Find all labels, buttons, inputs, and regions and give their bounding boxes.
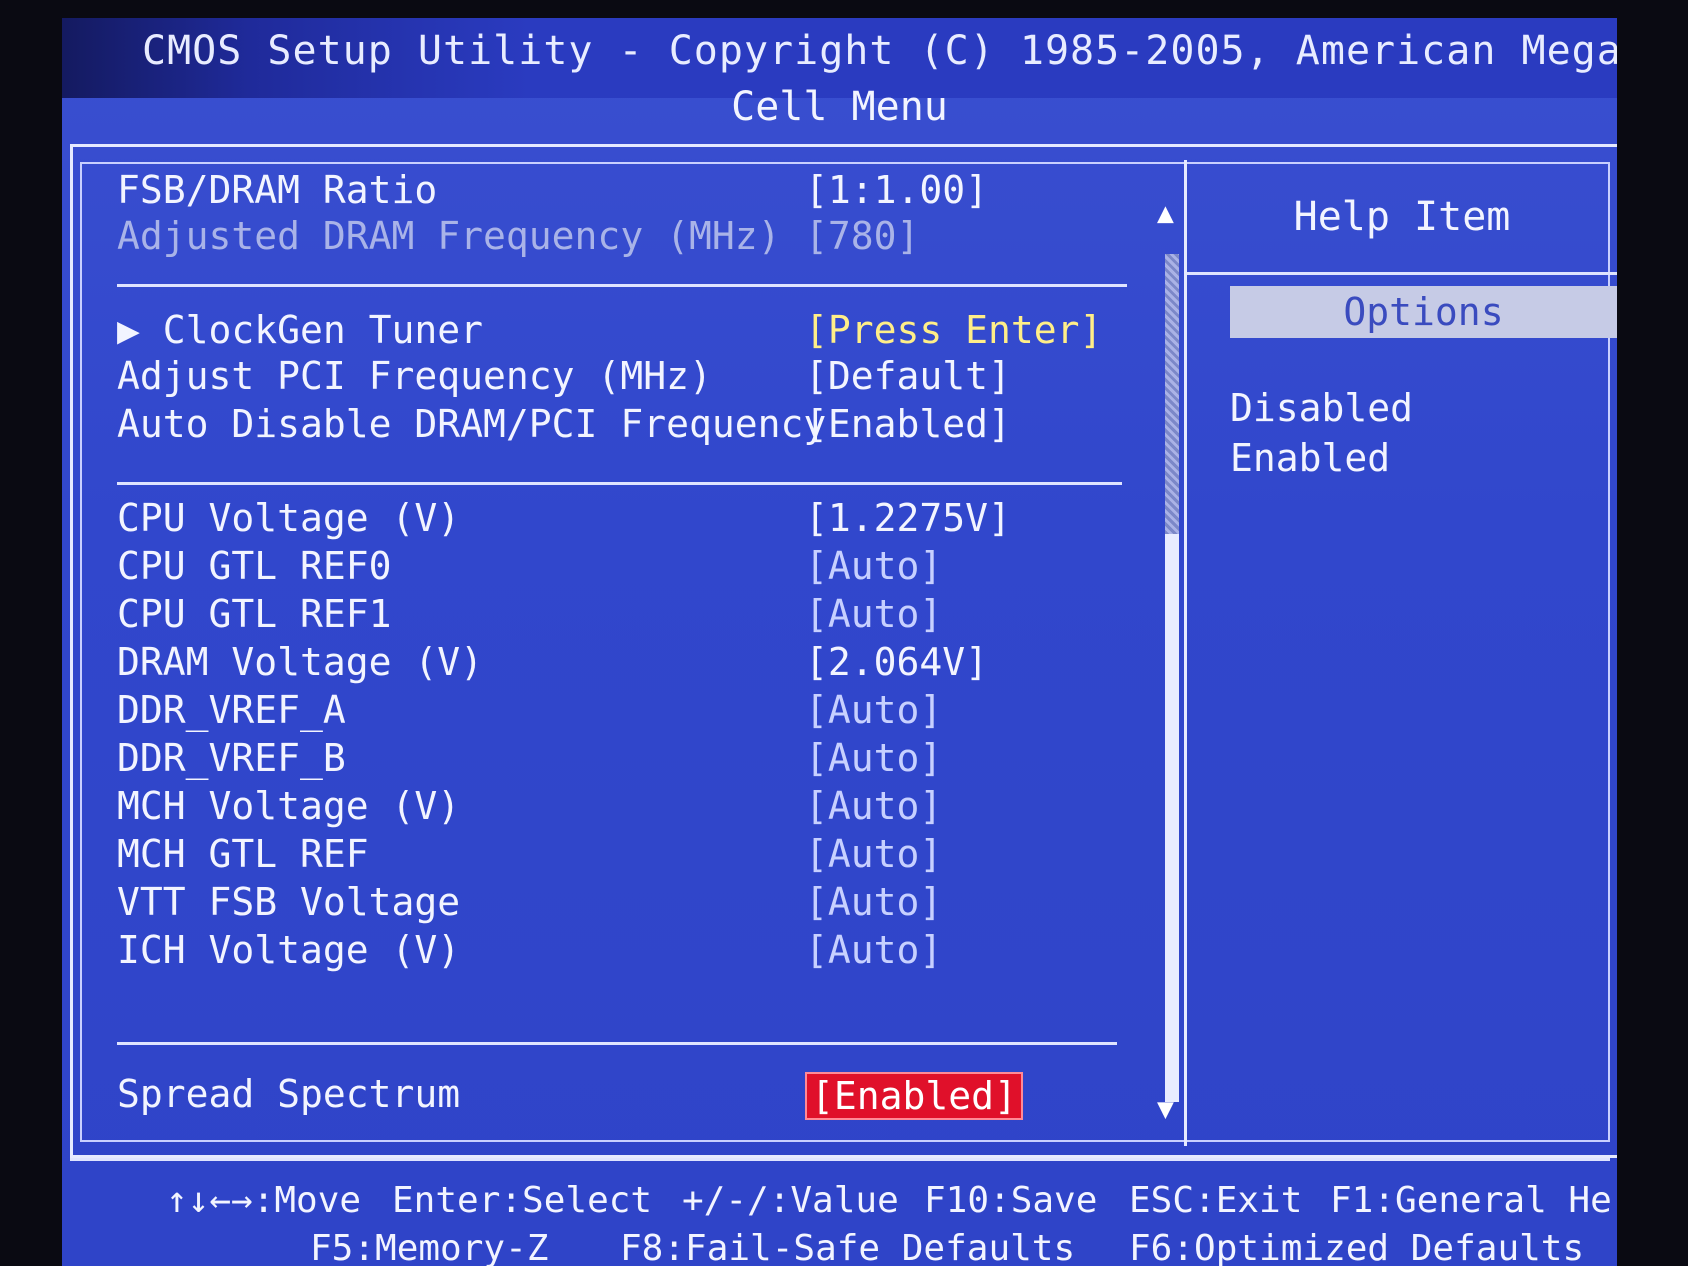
setting-fsb-dram-ratio[interactable]: FSB/DRAM Ratio [1:1.00] [117,168,1117,212]
setting-label: CPU Voltage (V) [117,496,461,540]
scrollbar-thumb[interactable] [1165,254,1179,534]
setting-ich-voltage[interactable]: ICH Voltage (V) [Auto] [117,928,1117,972]
setting-label: MCH GTL REF [117,832,369,876]
scroll-down-icon[interactable]: ▼ [1157,1092,1174,1125]
help-title: Help Item [1293,194,1511,240]
setting-cpu-gtl-ref1[interactable]: CPU GTL REF1 [Auto] [117,592,1117,636]
footer-divider [70,1158,1610,1161]
setting-adjusted-dram-frequency: Adjusted DRAM Frequency (MHz) [780] [117,214,1117,258]
setting-value[interactable]: [Auto] [805,544,942,588]
setting-auto-disable-dram-pci[interactable]: Auto Disable DRAM/PCI Frequency [Enabled… [117,402,1117,446]
section-divider [117,482,1122,485]
setting-ddr-vref-a[interactable]: DDR_VREF_A [Auto] [117,688,1117,732]
panel-divider [1184,160,1187,1146]
selected-setting-value[interactable]: [Enabled] [805,1072,1023,1120]
setting-value[interactable]: [Auto] [805,928,942,972]
key-general-help: F1:General He [1330,1180,1612,1221]
setting-value[interactable]: [Auto] [805,784,942,828]
setting-label: Auto Disable DRAM/PCI Frequency [117,402,827,446]
utility-title: CMOS Setup Utility - Copyright (C) 1985-… [142,28,1617,74]
key-fail-safe-defaults: F8:Fail-Safe Defaults [620,1228,1076,1266]
setting-value[interactable]: [1.2275V] [805,496,1011,540]
section-divider [117,284,1127,287]
setting-ddr-vref-b[interactable]: DDR_VREF_B [Auto] [117,736,1117,780]
setting-cpu-voltage[interactable]: CPU Voltage (V) [1.2275V] [117,496,1117,540]
setting-label: Adjust PCI Frequency (MHz) [117,354,712,398]
setting-clockgen-tuner[interactable]: ▶ ClockGen Tuner [Press Enter] [117,308,1117,352]
key-select: Enter:Select [392,1180,653,1221]
setting-vtt-fsb-voltage[interactable]: VTT FSB Voltage [Auto] [117,880,1117,924]
setting-mch-voltage[interactable]: MCH Voltage (V) [Auto] [117,784,1117,828]
bios-screen: CMOS Setup Utility - Copyright (C) 1985-… [62,18,1617,1266]
setting-label: CPU GTL REF1 [117,592,392,636]
key-optimized-defaults: F6:Optimized Defaults [1129,1228,1585,1266]
setting-spread-spectrum[interactable]: Spread Spectrum [Enabled] [117,1072,1117,1120]
options-header: Options [1230,286,1617,338]
help-divider [1187,272,1617,275]
setting-value[interactable]: [Auto] [805,736,942,780]
setting-value[interactable]: [Auto] [805,832,942,876]
setting-value[interactable]: [2.064V] [805,640,988,684]
setting-value[interactable]: [Auto] [805,880,942,924]
setting-label: DDR_VREF_B [117,736,346,780]
section-divider [117,1042,1117,1045]
setting-label: DRAM Voltage (V) [117,640,484,684]
setting-label: VTT FSB Voltage [117,880,461,924]
setting-adjust-pci-frequency[interactable]: Adjust PCI Frequency (MHz) [Default] [117,354,1117,398]
setting-cpu-gtl-ref0[interactable]: CPU GTL REF0 [Auto] [117,544,1117,588]
key-save: F10:Save [924,1180,1098,1221]
setting-dram-voltage[interactable]: DRAM Voltage (V) [2.064V] [117,640,1117,684]
scroll-up-icon[interactable]: ▲ [1157,196,1174,229]
setting-label: CPU GTL REF0 [117,544,392,588]
option-disabled: Disabled [1230,386,1414,430]
setting-label: MCH Voltage (V) [117,784,461,828]
setting-value[interactable]: [Default] [805,354,1011,398]
key-value: +/-/:Value [682,1180,899,1221]
setting-mch-gtl-ref[interactable]: MCH GTL REF [Auto] [117,832,1117,876]
setting-label: DDR_VREF_A [117,688,346,732]
setting-value[interactable]: [Press Enter] [805,308,1102,352]
setting-value[interactable]: [Enabled] [805,402,1011,446]
key-exit: ESC:Exit [1129,1180,1303,1221]
setting-label: ICH Voltage (V) [117,928,461,972]
setting-value[interactable]: [Auto] [805,592,942,636]
setting-label: Adjusted DRAM Frequency (MHz) [117,214,781,258]
menu-title: Cell Menu [731,84,948,130]
setting-value[interactable]: [Auto] [805,688,942,732]
setting-value: [780] [805,214,920,258]
key-move: ↑↓←→:Move [166,1180,362,1221]
setting-label: ▶ ClockGen Tuner [117,308,484,352]
key-memory-z: F5:Memory-Z [310,1228,549,1266]
setting-label: FSB/DRAM Ratio [117,168,438,212]
option-enabled: Enabled [1230,436,1391,480]
setting-label: Spread Spectrum [117,1072,461,1116]
setting-value[interactable]: [1:1.00] [805,168,988,212]
